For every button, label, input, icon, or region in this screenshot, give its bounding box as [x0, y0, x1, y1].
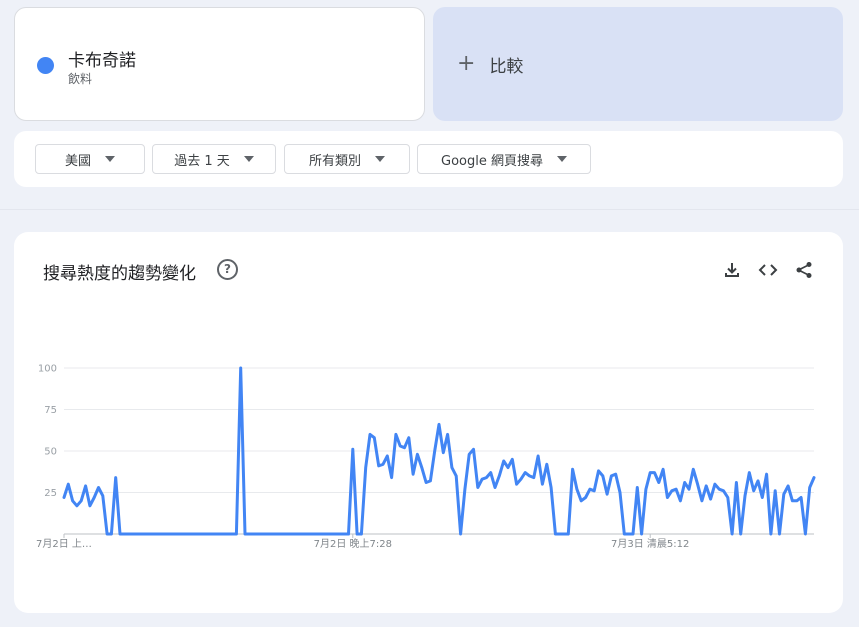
term-category: 飲料	[68, 72, 93, 86]
interest-over-time-card: 100 75 50 25 7月2日 上… 7月2日 晚上7:28 7月3日 清晨5:12 搜…	[14, 232, 843, 613]
time-range-filter[interactable]: 過去 1 天	[152, 144, 276, 174]
share-icon[interactable]	[794, 260, 814, 280]
plus-icon: +	[457, 51, 476, 76]
code-icon[interactable]	[758, 260, 778, 280]
compare-label: 比較	[489, 56, 524, 77]
chevron-down-icon	[105, 156, 115, 162]
x-tick-label: 7月2日 上…	[36, 538, 92, 550]
compare-button[interactable]: + 比較	[433, 7, 843, 121]
search-term-card[interactable]: 卡布奇諾 飲料	[14, 7, 425, 121]
y-tick-label: 75	[44, 405, 57, 416]
search-type-filter-label: Google 網頁搜尋	[441, 153, 543, 169]
chart-title: 搜尋熱度的趨勢變化	[43, 264, 196, 284]
chevron-down-icon	[243, 156, 254, 162]
search-type-filter[interactable]: Google 網頁搜尋	[417, 144, 591, 174]
download-icon[interactable]	[722, 260, 742, 280]
term-name: 卡布奇諾	[68, 51, 136, 71]
term-color-dot	[37, 57, 54, 74]
y-tick-label: 50	[44, 447, 57, 458]
y-tick-label: 100	[38, 364, 57, 375]
x-tick-label: 7月3日 清晨5:12	[611, 537, 689, 550]
filter-bar: 美國 過去 1 天 所有類別 Google 網頁搜尋	[14, 131, 843, 187]
chevron-down-icon	[556, 156, 567, 162]
category-filter-label: 所有類別	[308, 153, 361, 169]
x-tick-label: 7月2日 晚上7:28	[314, 538, 392, 550]
help-circle-icon[interactable]: ?	[217, 259, 238, 280]
y-tick-label: 25	[44, 488, 57, 499]
region-filter-label: 美國	[64, 153, 91, 169]
section-divider	[0, 209, 859, 210]
category-filter[interactable]: 所有類別	[284, 144, 410, 174]
interest-line-chart: 100 75 50 25 7月2日 上… 7月2日 晚上7:28 7月3日 清晨5:12	[36, 364, 816, 550]
chevron-down-icon	[375, 156, 385, 162]
time-range-filter-label: 過去 1 天	[174, 153, 230, 169]
region-filter[interactable]: 美國	[35, 144, 145, 174]
